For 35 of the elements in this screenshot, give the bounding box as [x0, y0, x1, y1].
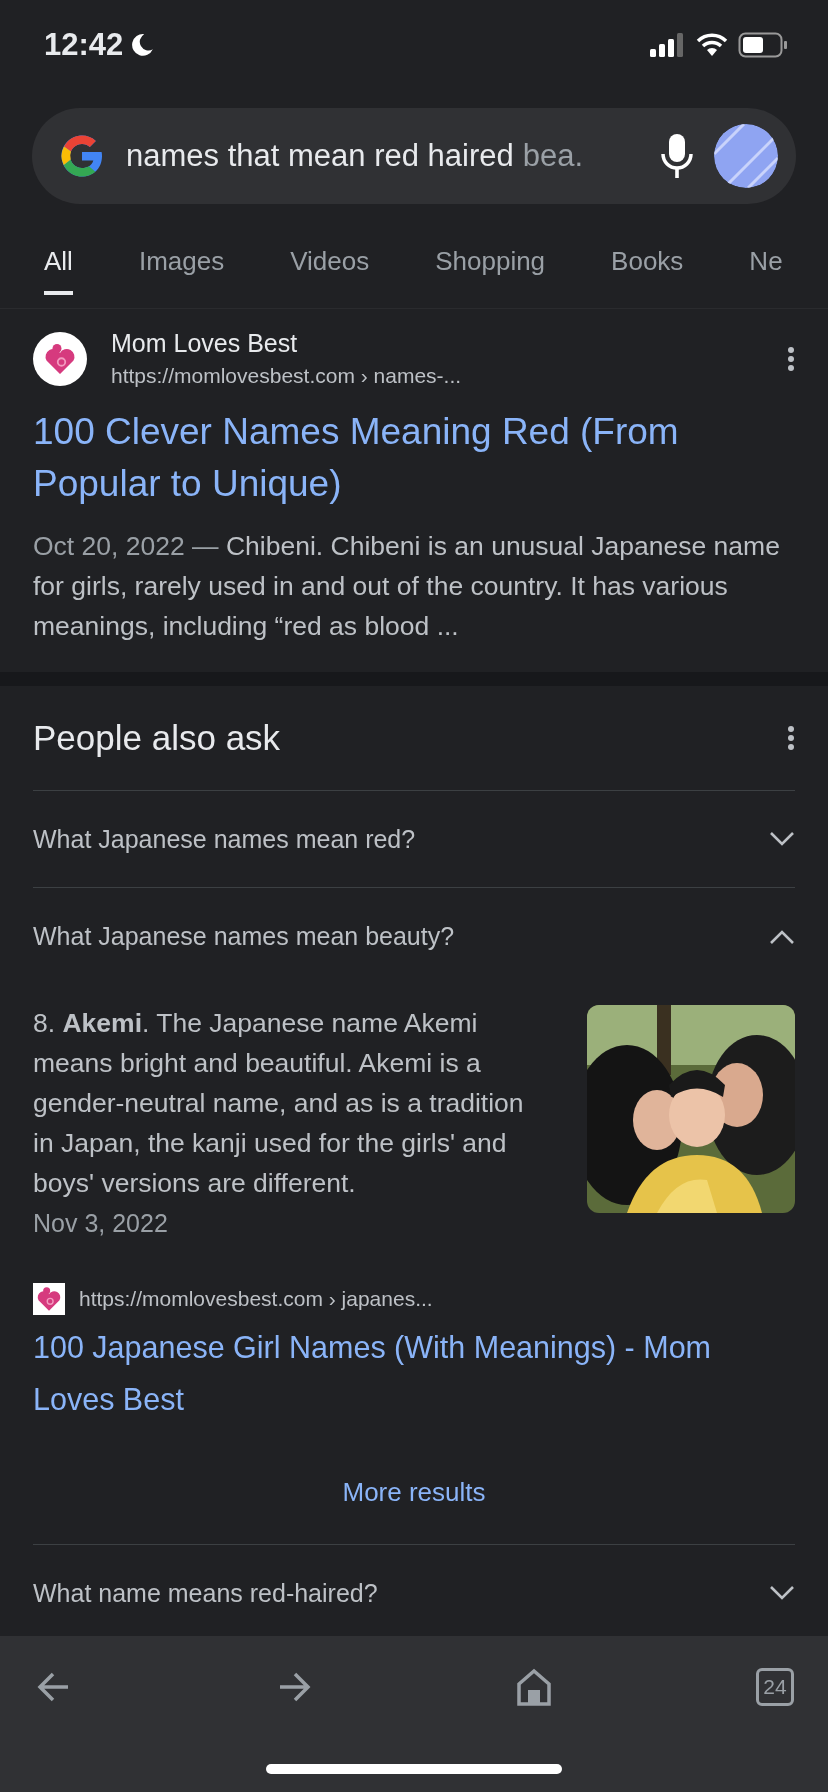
question-row[interactable]: What Japanese names mean beauty? — [33, 888, 795, 985]
microphone-icon[interactable] — [660, 133, 694, 179]
site-name: Mom Loves Best — [111, 329, 299, 358]
answer-source-link[interactable]: 100 Japanese Girl Names (With Meanings) - Mom Loves Best — [33, 1321, 795, 1455]
answer-text: 8. Akemi. The Japanese name Akemi means bright and beautiful. Akemi is a gender-neutral name, and as is a tradition in Japan, the kanji used for the girls' and boys' versions are different. — [33, 1007, 525, 1200]
tab-count-button[interactable]: 24 — [756, 1668, 794, 1706]
section-heading: People also ask — [33, 718, 281, 758]
site-url: https://momlovesbest.com › names-... — [111, 364, 463, 388]
home-icon[interactable] — [516, 1668, 552, 1706]
search-query-overflow: bea. — [522, 138, 584, 174]
search-tab[interactable]: Books — [611, 227, 684, 295]
search-field[interactable]: names that mean red haired bea. — [32, 108, 796, 204]
result-title-link[interactable]: 100 Clever Names Meaning Red (From Popular to Unique) — [33, 406, 765, 510]
more-options-icon[interactable] — [787, 345, 795, 372]
moon-icon — [129, 32, 156, 58]
result-snippet: Oct 20, 2022 — Chibeni. Chibeni is an unusual Japanese name for girls, rarely used in and out of the country. It has various meanings, including “red as blood ... — [33, 530, 781, 643]
more-options-icon[interactable] — [787, 725, 795, 751]
signal-icon — [650, 33, 686, 57]
search-tab[interactable]: Shopping — [435, 227, 546, 295]
avatar-icon[interactable] — [714, 124, 778, 188]
battery-icon — [738, 32, 788, 58]
search-tab[interactable]: Images — [138, 227, 225, 295]
wifi-icon — [696, 33, 728, 57]
answer-date: Nov 3, 2022 — [33, 1208, 169, 1239]
site-url: https://momlovesbest.com › japanes... — [79, 1287, 433, 1311]
search-tab[interactable]: Videos — [290, 227, 370, 295]
clock-time: 12:42 — [44, 27, 124, 63]
chevron-down-icon — [769, 1585, 795, 1601]
question-row[interactable]: What Japanese names mean red? — [33, 791, 795, 888]
chevron-up-icon — [769, 928, 795, 945]
search-tab[interactable]: All — [44, 227, 73, 295]
search-tab[interactable]: Ne — [749, 227, 783, 295]
more-results-button[interactable]: More results — [342, 1455, 486, 1544]
chevron-down-icon — [769, 831, 795, 847]
search-query: names that mean red haired — [126, 138, 514, 174]
